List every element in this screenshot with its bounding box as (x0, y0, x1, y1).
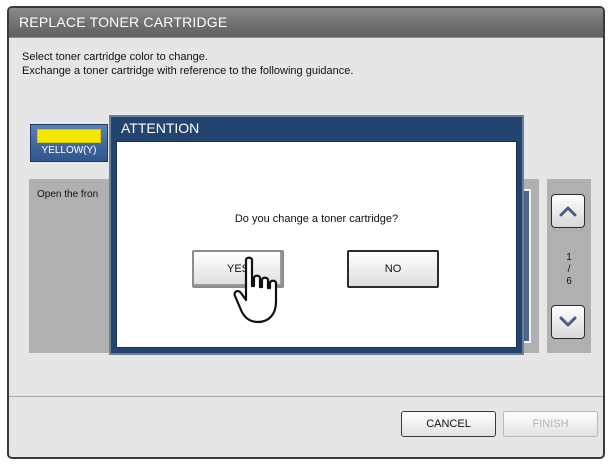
yellow-swatch (37, 129, 101, 143)
window-title: REPLACE TONER CARTRIDGE (19, 14, 228, 30)
page-navigator: 1 / 6 (547, 179, 591, 353)
color-tab-yellow[interactable]: YELLOW(Y) (30, 124, 108, 162)
dialog-title: ATTENTION (121, 120, 200, 136)
finish-button[interactable]: FINISH (503, 411, 598, 437)
title-bar: REPLACE TONER CARTRIDGE (9, 8, 603, 38)
instructions: Select toner cartridge color to change. … (22, 50, 353, 78)
page-total: 6 (566, 276, 572, 287)
dialog-body: Do you change a toner cartridge? YES NO (116, 141, 517, 348)
cancel-button[interactable]: CANCEL (401, 411, 496, 437)
page-down-button[interactable] (551, 305, 585, 339)
no-button[interactable]: NO (347, 250, 439, 288)
footer-divider (9, 396, 603, 397)
page-up-button[interactable] (551, 194, 585, 228)
color-tab-label: YELLOW(Y) (41, 145, 97, 156)
instruction-line-1: Select toner cartridge color to change. (22, 51, 208, 63)
instruction-line-2: Exchange a toner cartridge with referenc… (22, 65, 354, 77)
page-separator: / (567, 264, 571, 275)
attention-dialog: ATTENTION Do you change a toner cartridg… (109, 115, 524, 355)
pointing-hand-icon (233, 256, 278, 324)
page-current: 1 (566, 252, 572, 263)
chevron-down-icon (559, 316, 577, 327)
chevron-up-icon (559, 206, 577, 217)
dialog-message: Do you change a toner cartridge? (234, 213, 399, 225)
guidance-text: Open the fron (37, 189, 99, 200)
